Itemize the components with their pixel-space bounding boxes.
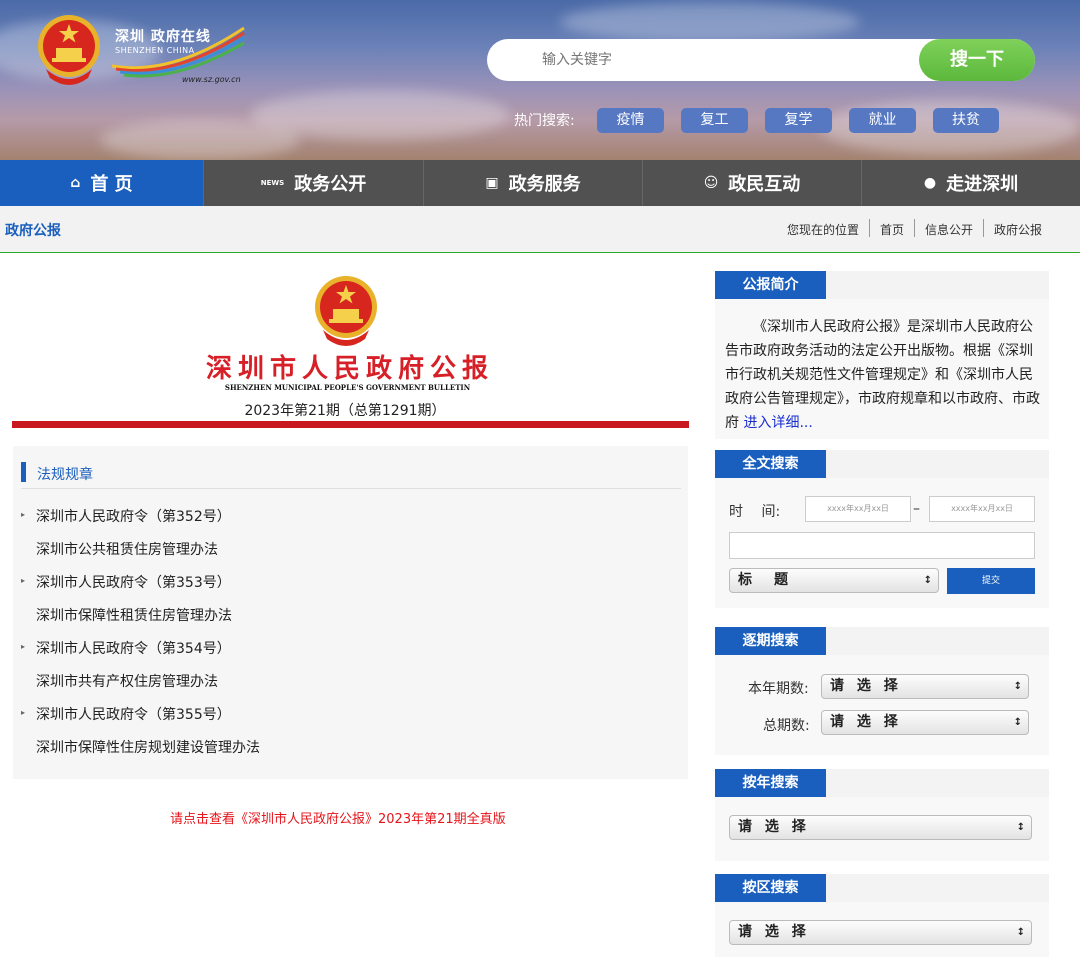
start-date-field[interactable]: xxxx年xx月xx日 [805, 496, 911, 522]
bulletin-title-en: SHENZHEN MUNICIPAL PEOPLE'S GOVERNMENT B… [224, 383, 471, 392]
regulation-link[interactable]: 深圳市公共租赁住房管理办法 [36, 539, 218, 559]
search-box: 搜一下 [487, 39, 1035, 81]
nav-gov-affairs[interactable]: NEWS 政务公开 [204, 160, 424, 206]
site-header: 深圳 政府在线 SHENZHEN CHINA www.sz.gov.cn 搜一下… [0, 0, 1080, 160]
nav-home[interactable]: ⌂ 首 页 [0, 160, 204, 206]
search-button[interactable]: 搜一下 [919, 39, 1035, 81]
search-input[interactable] [542, 39, 902, 81]
logo-subtitle: SHENZHEN CHINA [115, 46, 195, 55]
year-select[interactable]: 请 选 择 ↕ [729, 815, 1032, 840]
fulltext-heading: 全文搜索 [715, 450, 826, 478]
main-nav: ⌂ 首 页 NEWS 政务公开 ▣ 政务服务 ☺ 政民互动 ● 走进深圳 [0, 160, 1080, 206]
logo-title: 深圳 政府在线 [115, 29, 211, 45]
breadcrumb-bulletin[interactable]: 政府公报 [984, 221, 1052, 238]
total-issue-label: 总期数: [763, 718, 810, 734]
keyword-field[interactable] [729, 532, 1035, 559]
select-arrow-icon: ↕ [1016, 822, 1025, 833]
select-arrow-icon: ↕ [1013, 681, 1022, 692]
home-icon: ⌂ [70, 175, 81, 191]
issue-search-body [715, 655, 1049, 755]
intro-text: 《深圳市人民政府公报》是深圳市人民政府公告市政府政务活动的法定公开出版物。根据《… [725, 315, 1041, 435]
fulltext-header: 全文搜索 [715, 450, 1049, 478]
issue-search-header: 逐期搜索 [715, 627, 1049, 655]
year-issue-select[interactable]: 请 选 择 ↕ [821, 674, 1029, 699]
district-search-header: 按区搜索 [715, 874, 1049, 902]
breadcrumb-info[interactable]: 信息公开 [915, 221, 983, 238]
hot-tag-resume-school[interactable]: 复学 [765, 108, 832, 133]
cloud-decoration [560, 2, 860, 42]
total-issue-select[interactable]: 请 选 择 ↕ [821, 710, 1029, 735]
search-field-select[interactable]: 标 题 ↕ [729, 568, 939, 593]
nav-label: 政民互动 [728, 174, 801, 195]
select-value: 请 选 择 [738, 924, 810, 940]
regulation-link[interactable]: 深圳市保障性住房规划建设管理办法 [36, 737, 260, 757]
divider [12, 421, 689, 428]
full-version-link[interactable]: 请点击查看《深圳市人民政府公报》2023年第21期全真版 [170, 808, 506, 827]
select-value: 请 选 择 [830, 714, 902, 730]
section-title: 政府公报 [5, 223, 61, 239]
regulation-link[interactable]: 深圳市保障性租赁住房管理办法 [36, 605, 232, 625]
regulation-link[interactable]: 深圳市人民政府令（第355号） [36, 704, 231, 724]
monitor-icon: ▣ [485, 175, 499, 191]
year-search-header: 按年搜索 [715, 769, 1049, 797]
bulletin-issue: 2023年第21期（总第1291期） [244, 403, 446, 419]
nav-label: 首 页 [90, 174, 133, 195]
intro-more-link[interactable]: 进入详细... [743, 415, 812, 431]
news-icon: NEWS [260, 179, 285, 187]
regulations-heading: 法规规章 [37, 467, 93, 483]
issue-search-heading: 逐期搜索 [715, 627, 826, 655]
breadcrumb: 政府公报 您现在的位置 首页 信息公开 政府公报 [0, 206, 1080, 253]
nav-gov-services[interactable]: ▣ 政务服务 [424, 160, 643, 206]
regulation-link[interactable]: 深圳市人民政府令（第354号） [36, 638, 231, 658]
intro-header: 公报简介 [715, 271, 1049, 299]
select-value: 请 选 择 [830, 678, 902, 694]
select-value: 标 题 [738, 572, 792, 588]
regulation-link[interactable]: 深圳市人民政府令（第352号） [36, 506, 231, 526]
regulation-link[interactable]: 深圳市人民政府令（第353号） [36, 572, 231, 592]
hot-tag-poverty[interactable]: 扶贫 [933, 108, 999, 133]
location-label: 您现在的位置 [786, 223, 859, 237]
regulation-link[interactable]: 深圳市共有产权住房管理办法 [36, 671, 218, 691]
chat-icon: ● [923, 175, 937, 191]
hot-tag-resume-work[interactable]: 复工 [681, 108, 748, 133]
arrow-right-icon: ▸ [21, 510, 26, 519]
nav-interaction[interactable]: ☺ 政民互动 [643, 160, 862, 206]
year-issue-label: 本年期数: [748, 681, 809, 697]
cloud-decoration [100, 120, 300, 160]
intro-heading: 公报简介 [715, 271, 826, 299]
hot-tag-epidemic[interactable]: 疫情 [597, 108, 664, 133]
arrow-right-icon: ▸ [21, 576, 26, 585]
nav-label: 政务服务 [508, 174, 581, 195]
year-search-heading: 按年搜索 [715, 769, 826, 797]
heading-bar [21, 462, 26, 482]
hot-search-label: 热门搜索: [514, 113, 575, 129]
submit-button[interactable]: 提交 [947, 568, 1035, 594]
national-emblem-icon [315, 276, 377, 346]
district-select[interactable]: 请 选 择 ↕ [729, 920, 1032, 945]
regulations-panel: 法规规章 ▸ 深圳市人民政府令（第352号） 深圳市公共租赁住房管理办法 ▸ 深… [13, 446, 688, 779]
time-label: 时 间: [729, 504, 781, 520]
users-icon: ☺ [703, 175, 719, 191]
select-arrow-icon: ↕ [923, 575, 932, 586]
breadcrumb-home[interactable]: 首页 [870, 221, 914, 238]
national-emblem-icon[interactable] [36, 14, 102, 86]
select-arrow-icon: ↕ [1013, 717, 1022, 728]
hot-tag-employment[interactable]: 就业 [849, 108, 916, 133]
arrow-right-icon: ▸ [21, 642, 26, 651]
district-search-heading: 按区搜索 [715, 874, 826, 902]
select-value: 请 选 择 [738, 819, 810, 835]
end-date-field[interactable]: xxxx年xx月xx日 [929, 496, 1035, 522]
select-arrow-icon: ↕ [1016, 927, 1025, 938]
date-separator: – [913, 501, 920, 517]
nav-about-shenzhen[interactable]: ● 走进深圳 [862, 160, 1080, 206]
logo-url: www.sz.gov.cn [182, 75, 241, 84]
nav-label: 走进深圳 [946, 174, 1019, 195]
bulletin-title: 深圳市人民政府公报 [205, 354, 494, 384]
arrow-right-icon: ▸ [21, 708, 26, 717]
nav-label: 政务公开 [294, 174, 367, 195]
